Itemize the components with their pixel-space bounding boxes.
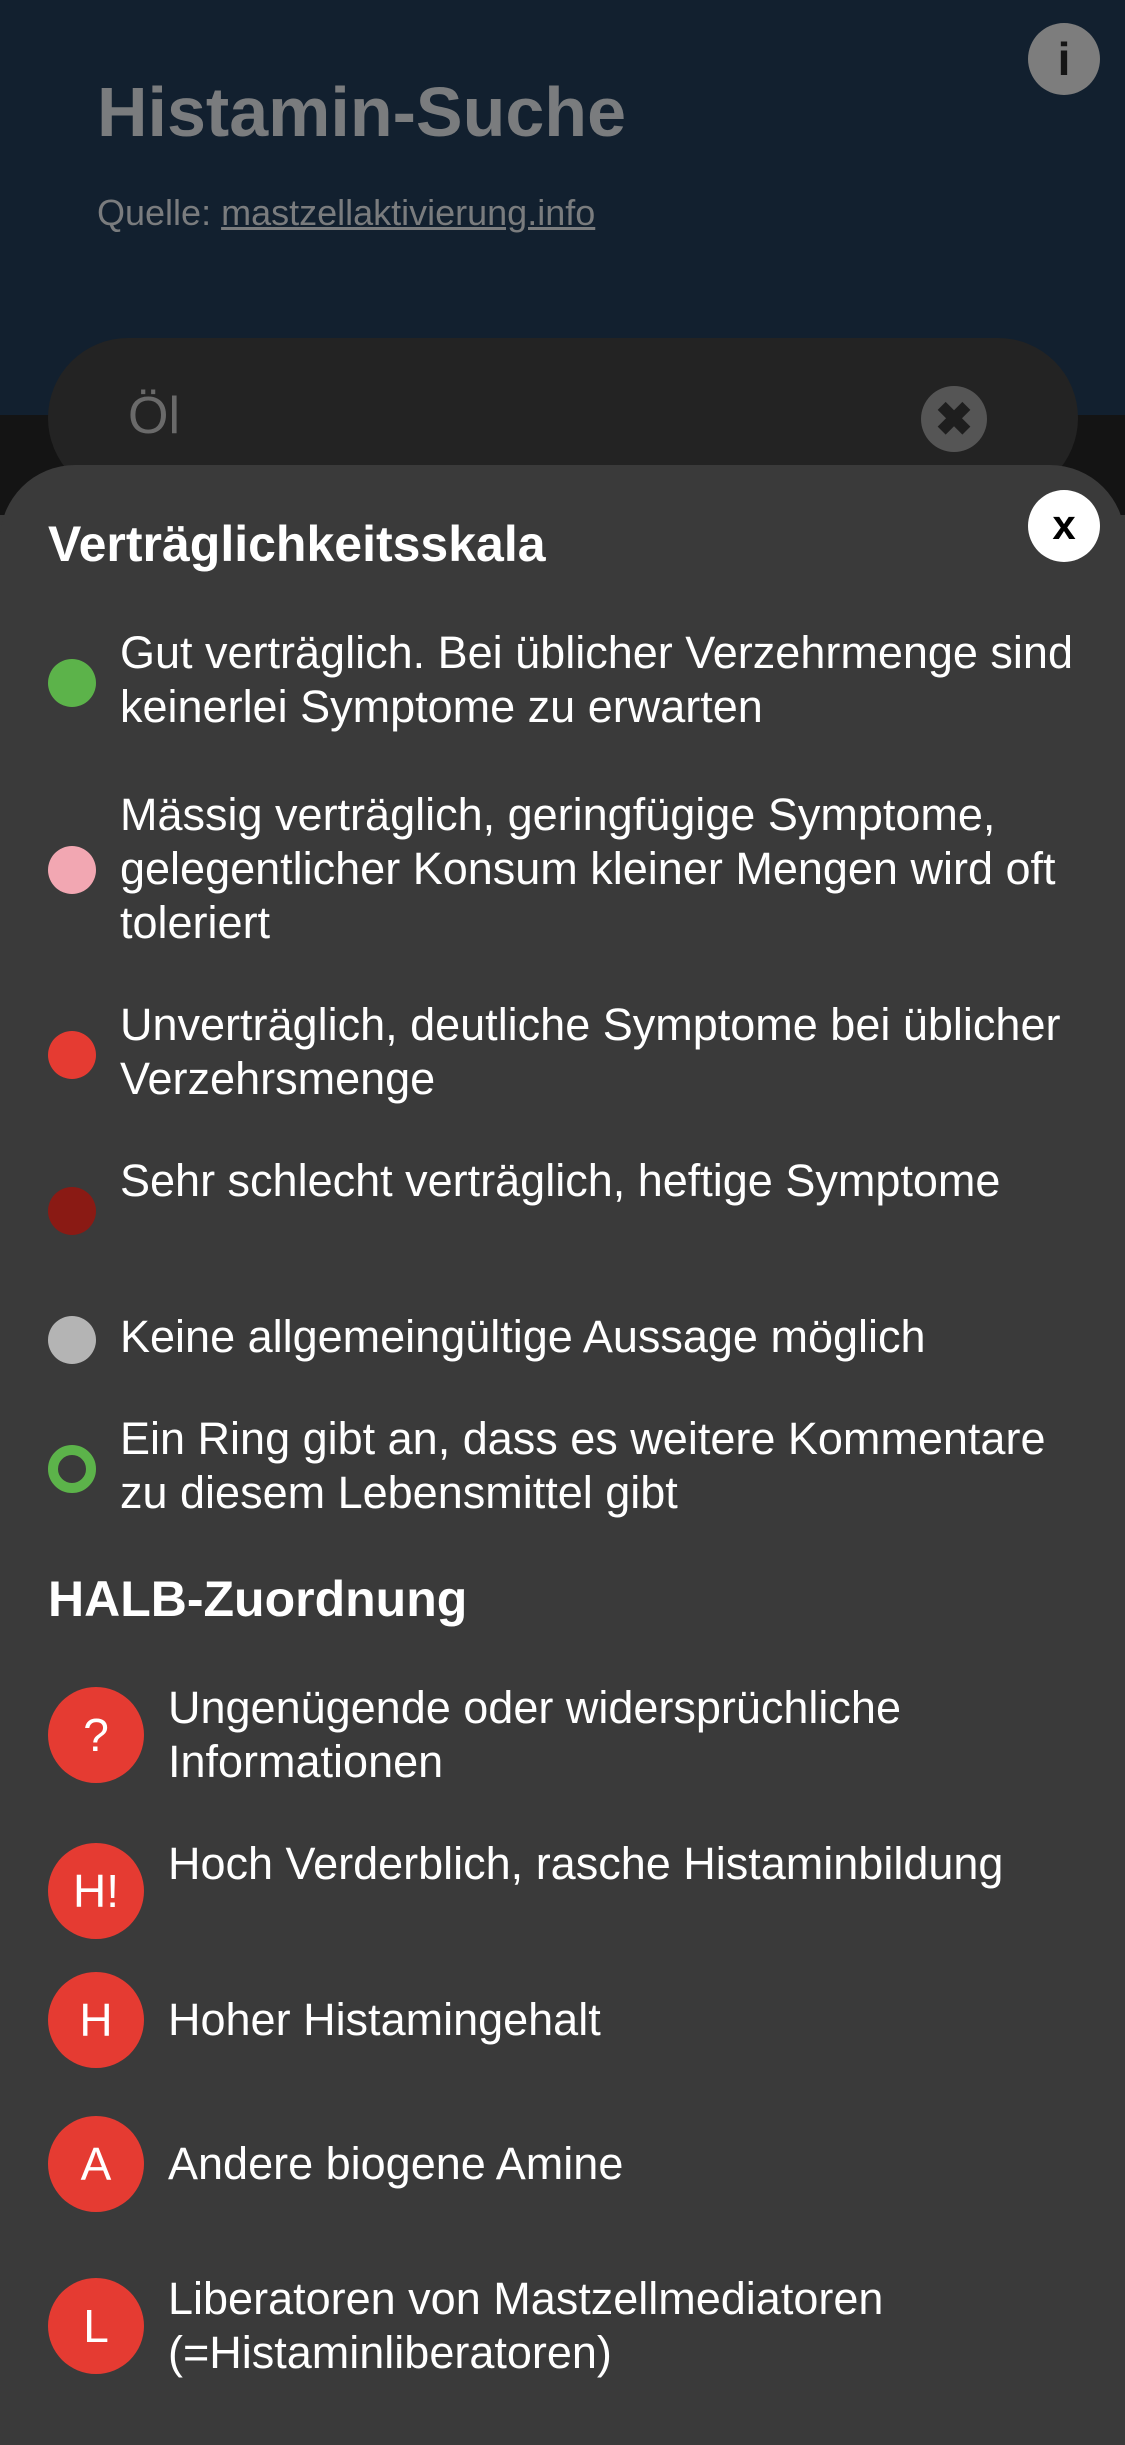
scale-item-label: Gut verträglich. Bei üblicher Verzehrmen… [120,627,1073,732]
scale-title: Verträglichkeitsskala [48,516,546,572]
gray-dot-icon [48,1316,96,1364]
halb-item-label: Andere biogene Amine [168,2138,624,2189]
green-dot-icon [48,659,96,707]
pink-dot-icon [48,846,96,894]
red-dot-icon [48,1031,96,1079]
source-prefix: Quelle: [97,192,222,233]
halb-item-label: Hoch Verderblich, rasche Histaminbildung [168,1838,1004,1889]
scale-item-label: Unverträglich, deutliche Symptome bei üb… [120,999,1061,1104]
h-badge-icon: H [48,1972,144,2068]
halb-item-label: Hoher Histamingehalt [168,1994,601,2045]
a-badge-icon: A [48,2116,144,2212]
halb-title: HALB-Zuordnung [48,1571,468,1627]
close-button[interactable]: x [1028,490,1100,562]
info-button[interactable]: i [1028,23,1100,95]
scale-item-label: Sehr schlecht verträglich, heftige Sympt… [120,1155,1001,1206]
scale-item-label: Ein Ring gibt an, dass es weitere Kommen… [120,1413,1046,1518]
dark-red-dot-icon [48,1187,96,1235]
app-page: Histamin-Suche Quelle: mastzellaktivieru… [0,0,1125,2445]
halb-item-label: Liberatoren von Mastzellmediatoren (=His… [168,2273,884,2378]
scale-item-label: Keine allgemeingültige Aussage möglich [120,1311,926,1362]
source-link[interactable]: mastzellaktivierung.info [221,192,595,233]
h-exclaim-badge-icon: H! [48,1843,144,1939]
halb-item-label: Ungenügende oder widersprüchliche Inform… [168,1682,901,1787]
l-badge-icon: L [48,2278,144,2374]
green-ring-icon [48,1445,96,1493]
scale-item-label: Mässig verträglich, geringfügige Symptom… [120,789,1056,948]
search-input[interactable]: Öl [128,386,180,446]
source-line: Quelle: mastzellaktivierung.info [97,192,595,234]
clear-search-button[interactable]: ✖ [921,386,987,452]
page-title: Histamin-Suche [97,73,626,151]
question-badge-icon: ? [48,1687,144,1783]
legend-sheet: x Verträglichkeitsskala Gut verträglich.… [0,465,1125,2445]
